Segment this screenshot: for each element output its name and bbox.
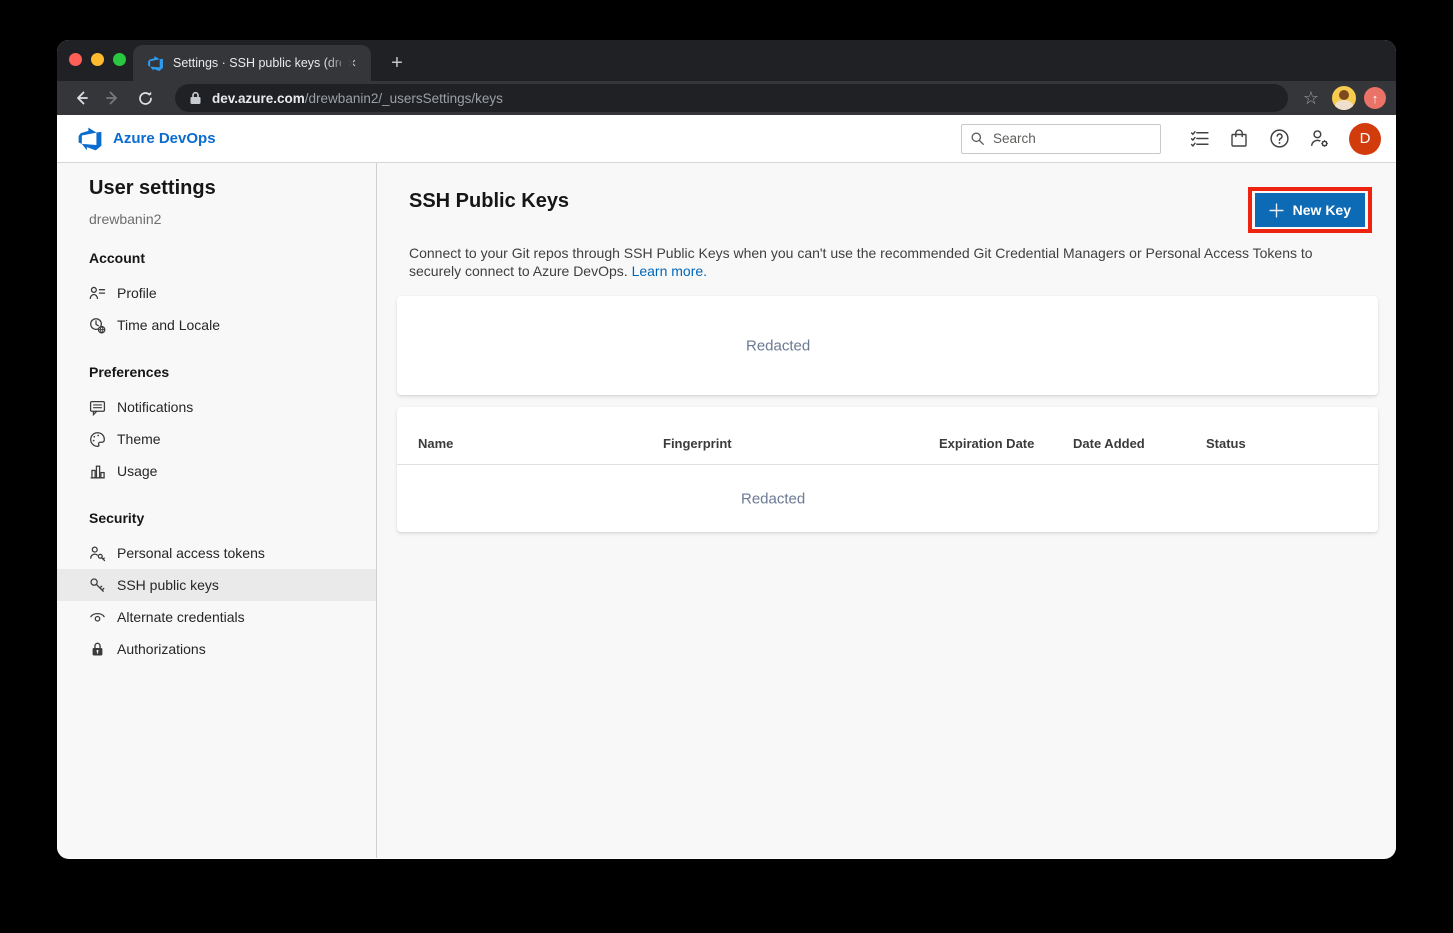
table-body-row: Redacted: [397, 465, 1378, 532]
column-header-status: Status: [1206, 436, 1246, 451]
azure-devops-home-link[interactable]: Azure DevOps: [77, 126, 216, 152]
key-icon: [89, 577, 106, 594]
tab-bar: Settings · SSH public keys (dre × +: [57, 40, 1396, 81]
forward-button[interactable]: [100, 85, 126, 111]
sidebar-item-label: Alternate credentials: [117, 609, 245, 625]
ssh-keys-table: Name Fingerprint Expiration Date Date Ad…: [397, 407, 1378, 532]
task-list-icon[interactable]: [1179, 119, 1219, 159]
lock-icon: [89, 641, 106, 658]
redacted-text: Redacted: [741, 490, 805, 507]
palette-icon: [89, 431, 106, 448]
avatar-head: [1339, 90, 1349, 100]
azure-devops-logo: [77, 126, 103, 152]
back-button[interactable]: [68, 85, 94, 111]
main-panel: SSH Public Keys New Key Connect to your …: [377, 163, 1396, 858]
eye-icon: [89, 609, 106, 626]
new-key-button[interactable]: New Key: [1255, 193, 1365, 227]
page-description: Connect to your Git repos through SSH Pu…: [409, 244, 1336, 280]
sidebar-item-personal-access-tokens[interactable]: Personal access tokens: [57, 537, 376, 569]
sidebar-title: User settings: [57, 177, 376, 200]
sidebar-item-theme[interactable]: Theme: [57, 423, 376, 455]
close-window-button[interactable]: [69, 53, 82, 66]
bookmark-star-icon[interactable]: ☆: [1298, 88, 1324, 109]
sidebar-username: drewbanin2: [57, 211, 376, 227]
sidebar-item-label: Time and Locale: [117, 317, 220, 333]
address-bar[interactable]: dev.azure.com/drewbanin2/_usersSettings/…: [175, 84, 1288, 112]
reload-button[interactable]: [132, 85, 158, 111]
comment-icon: [89, 399, 106, 416]
brand-label: Azure DevOps: [113, 130, 216, 147]
sidebar-item-label: Personal access tokens: [117, 545, 265, 561]
azure-devops-favicon: [147, 55, 164, 72]
profile-icon: [89, 285, 106, 302]
url-domain: dev.azure.com: [212, 91, 305, 106]
sidebar-item-label: Usage: [117, 463, 157, 479]
help-icon[interactable]: [1259, 119, 1299, 159]
window-controls: [69, 53, 126, 66]
page-title: SSH Public Keys: [409, 190, 569, 213]
sidebar-item-label: Theme: [117, 431, 161, 447]
account-avatar[interactable]: D: [1349, 123, 1381, 155]
settings-sidebar: User settings drewbanin2 Account Profile: [57, 163, 377, 858]
chrome-update-icon[interactable]: ↑: [1364, 87, 1386, 109]
sidebar-item-alternate-credentials[interactable]: Alternate credentials: [57, 601, 376, 633]
https-lock-icon: [189, 91, 202, 105]
sidebar-item-label: SSH public keys: [117, 577, 219, 593]
new-tab-button[interactable]: +: [383, 49, 411, 77]
tab-title: Settings · SSH public keys (dre: [173, 56, 341, 70]
redacted-panel: Redacted: [397, 296, 1378, 395]
zoom-window-button[interactable]: [113, 53, 126, 66]
minimize-window-button[interactable]: [91, 53, 104, 66]
avatar-body: [1335, 100, 1353, 110]
chrome-profile-avatar[interactable]: [1332, 86, 1356, 110]
app-header: Azure DevOps: [57, 115, 1396, 163]
sidebar-item-label: Notifications: [117, 399, 193, 415]
url-path: /drewbanin2/_usersSettings/keys: [305, 91, 503, 106]
bar-chart-icon: [89, 463, 106, 480]
sidebar-item-profile[interactable]: Profile: [57, 277, 376, 309]
search-input[interactable]: [993, 131, 1143, 146]
column-header-name: Name: [418, 436, 453, 451]
plus-icon: [1269, 203, 1284, 218]
sidebar-item-label: Authorizations: [117, 641, 206, 657]
tab-title-fade: [323, 45, 353, 81]
sidebar-item-usage[interactable]: Usage: [57, 455, 376, 487]
redacted-text: Redacted: [746, 337, 810, 354]
sidebar-item-authorizations[interactable]: Authorizations: [57, 633, 376, 665]
sidebar-item-ssh-public-keys[interactable]: SSH public keys: [57, 569, 376, 601]
description-text: Connect to your Git repos through SSH Pu…: [409, 245, 1313, 279]
new-key-label: New Key: [1293, 202, 1351, 218]
annotation-highlight-box: New Key: [1248, 187, 1372, 233]
marketplace-bag-icon[interactable]: [1219, 119, 1259, 159]
search-icon: [970, 131, 985, 146]
sidebar-item-notifications[interactable]: Notifications: [57, 391, 376, 423]
browser-tab[interactable]: Settings · SSH public keys (dre ×: [133, 45, 371, 81]
table-header-row: Name Fingerprint Expiration Date Date Ad…: [397, 407, 1378, 465]
person-key-icon: [89, 545, 106, 562]
learn-more-link[interactable]: Learn more.: [632, 263, 707, 279]
sidebar-item-label: Profile: [117, 285, 157, 301]
browser-window: Settings · SSH public keys (dre × + dev.…: [57, 40, 1396, 859]
section-heading-security: Security: [57, 510, 376, 526]
column-header-date-added: Date Added: [1073, 436, 1145, 451]
column-header-expiration-date: Expiration Date: [939, 436, 1034, 451]
section-heading-preferences: Preferences: [57, 364, 376, 380]
sidebar-item-time-and-locale[interactable]: Time and Locale: [57, 309, 376, 341]
user-settings-icon[interactable]: [1299, 119, 1339, 159]
section-heading-account: Account: [57, 250, 376, 266]
search-box[interactable]: [961, 124, 1161, 154]
column-header-fingerprint: Fingerprint: [663, 436, 732, 451]
browser-toolbar: dev.azure.com/drewbanin2/_usersSettings/…: [57, 81, 1396, 115]
clock-globe-icon: [89, 317, 106, 334]
